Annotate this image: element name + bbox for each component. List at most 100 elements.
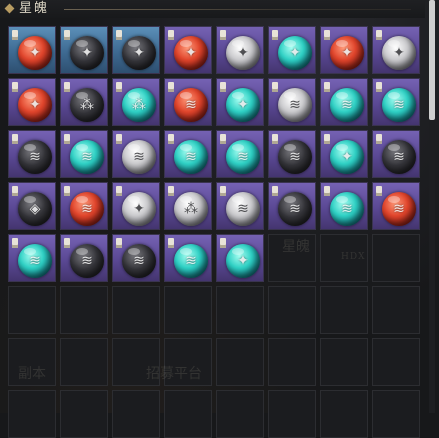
inventory-slot-filled[interactable]: ≋	[372, 78, 420, 126]
inventory-slot-filled[interactable]: ≋	[8, 130, 56, 178]
inventory-slot-empty[interactable]	[268, 286, 316, 334]
inventory-slot-filled[interactable]: ≋	[164, 78, 212, 126]
inventory-slot-filled[interactable]: ✦	[8, 26, 56, 74]
inventory-slot-empty[interactable]	[268, 338, 316, 386]
inventory-slot-filled[interactable]: ✦	[8, 78, 56, 126]
star-soul-orb-icon: ≋	[70, 244, 104, 278]
star-soul-orb-icon: ≋	[382, 140, 416, 174]
inventory-slot-filled[interactable]: ≋	[268, 130, 316, 178]
inventory-slot-empty[interactable]	[320, 338, 368, 386]
inventory-slot-filled[interactable]: ⁂	[164, 182, 212, 230]
inventory-slot-empty[interactable]	[216, 390, 264, 438]
inventory-slot-empty[interactable]	[372, 286, 420, 334]
orb-glyph-icon: ✦	[341, 149, 353, 165]
inventory-slot-empty[interactable]	[320, 390, 368, 438]
inventory-slot-filled[interactable]: ≋	[164, 130, 212, 178]
star-soul-orb-icon: ≋	[226, 140, 260, 174]
header-divider	[64, 9, 411, 10]
inventory-slot-filled[interactable]: ✦	[60, 26, 108, 74]
inventory-slot-filled[interactable]: ✦	[320, 26, 368, 74]
background-label-4: HDX	[341, 252, 366, 262]
inventory-slot-empty[interactable]	[320, 286, 368, 334]
inventory-slot-filled[interactable]: ✦	[268, 26, 316, 74]
inventory-slot-filled[interactable]: ✦	[164, 26, 212, 74]
inventory-slot-filled[interactable]: ◈	[8, 182, 56, 230]
inventory-slot-filled[interactable]: ⁂	[60, 78, 108, 126]
inventory-slot-filled[interactable]: ≋	[268, 182, 316, 230]
inventory-slot-filled[interactable]: ≋	[216, 130, 264, 178]
inventory-slot-empty[interactable]	[372, 338, 420, 386]
star-soul-orb-icon: ≋	[174, 140, 208, 174]
inventory-slot-empty[interactable]	[60, 338, 108, 386]
star-soul-orb-icon: ⁂	[70, 88, 104, 122]
inventory-slot-empty[interactable]	[60, 286, 108, 334]
star-soul-orb-icon: ≋	[330, 192, 364, 226]
inventory-slot-empty[interactable]	[216, 286, 264, 334]
inventory-slot-filled[interactable]: ✦	[372, 26, 420, 74]
orb-glyph-icon: ⁂	[184, 201, 198, 217]
orb-glyph-icon: ✦	[29, 97, 41, 113]
inventory-slot-empty[interactable]	[372, 390, 420, 438]
star-soul-orb-icon: ✦	[330, 140, 364, 174]
scrollbar-thumb[interactable]	[429, 0, 435, 120]
star-soul-orb-icon: ⁂	[174, 192, 208, 226]
inventory-slot-filled[interactable]: ✦	[320, 130, 368, 178]
star-soul-orb-icon: ✦	[226, 244, 260, 278]
orb-glyph-icon: ◈	[29, 201, 41, 217]
inventory-slot-filled[interactable]: ≋	[372, 130, 420, 178]
orb-glyph-icon: ✦	[393, 45, 405, 61]
orb-glyph-icon: ✦	[237, 253, 249, 269]
inventory-slot-empty[interactable]	[216, 338, 264, 386]
inventory-slot-filled[interactable]: ✦	[112, 182, 160, 230]
inventory-slot-filled[interactable]: ✦	[216, 26, 264, 74]
inventory-slot-filled[interactable]: ≋	[60, 182, 108, 230]
inventory-slot-filled[interactable]: ≋	[112, 130, 160, 178]
inventory-slot-empty[interactable]	[60, 390, 108, 438]
star-soul-orb-icon: ✦	[70, 36, 104, 70]
star-soul-orb-icon: ≋	[122, 244, 156, 278]
star-soul-orb-icon: ✦	[122, 36, 156, 70]
orb-glyph-icon: ≋	[133, 149, 145, 165]
inventory-slot-empty[interactable]	[112, 390, 160, 438]
star-soul-orb-icon: ⁂	[122, 88, 156, 122]
inventory-slot-filled[interactable]: ≋	[372, 182, 420, 230]
inventory-slot-filled[interactable]: ≋	[164, 234, 212, 282]
orb-glyph-icon: ≋	[185, 149, 197, 165]
inventory-slot-filled[interactable]: ≋	[268, 78, 316, 126]
orb-glyph-icon: ✦	[237, 45, 249, 61]
inventory-slot-empty[interactable]	[8, 390, 56, 438]
orb-glyph-icon: ≋	[133, 253, 145, 269]
orb-glyph-icon: ✦	[81, 45, 93, 61]
orb-glyph-icon: ≋	[289, 201, 301, 217]
orb-glyph-icon: ≋	[341, 97, 353, 113]
inventory-slot-filled[interactable]: ≋	[112, 234, 160, 282]
star-soul-orb-icon: ≋	[18, 244, 52, 278]
inventory-slot-empty[interactable]	[8, 286, 56, 334]
star-soul-orb-icon: ≋	[278, 88, 312, 122]
inventory-slot-empty[interactable]	[372, 234, 420, 282]
inventory-slot-filled[interactable]: ≋	[320, 78, 368, 126]
inventory-slot-empty[interactable]	[268, 390, 316, 438]
star-soul-orb-icon: ✦	[18, 88, 52, 122]
inventory-slot-filled[interactable]: ≋	[320, 182, 368, 230]
inventory-slot-empty[interactable]	[164, 286, 212, 334]
inventory-slot-filled[interactable]: ≋	[216, 182, 264, 230]
star-soul-orb-icon: ✦	[122, 192, 156, 226]
star-soul-orb-icon: ≋	[70, 140, 104, 174]
inventory-slot-filled[interactable]: ✦	[216, 78, 264, 126]
inventory-slot-empty[interactable]	[112, 286, 160, 334]
star-soul-orb-icon: ≋	[174, 88, 208, 122]
inventory-slot-filled[interactable]: ⁂	[112, 78, 160, 126]
star-soul-orb-icon: ≋	[70, 192, 104, 226]
inventory-slot-filled[interactable]: ✦	[112, 26, 160, 74]
inventory-slot-filled[interactable]: ≋	[8, 234, 56, 282]
orb-glyph-icon: ≋	[185, 253, 197, 269]
inventory-slot-filled[interactable]: ≋	[60, 130, 108, 178]
inventory-slot-filled[interactable]: ✦	[216, 234, 264, 282]
background-label-1: 星魄	[282, 239, 310, 255]
inventory-slot-filled[interactable]: ≋	[60, 234, 108, 282]
orb-glyph-icon: ≋	[81, 149, 93, 165]
orb-glyph-icon: ✦	[237, 97, 249, 113]
inventory-slot-empty[interactable]	[164, 390, 212, 438]
orb-glyph-icon: ✦	[185, 45, 197, 61]
